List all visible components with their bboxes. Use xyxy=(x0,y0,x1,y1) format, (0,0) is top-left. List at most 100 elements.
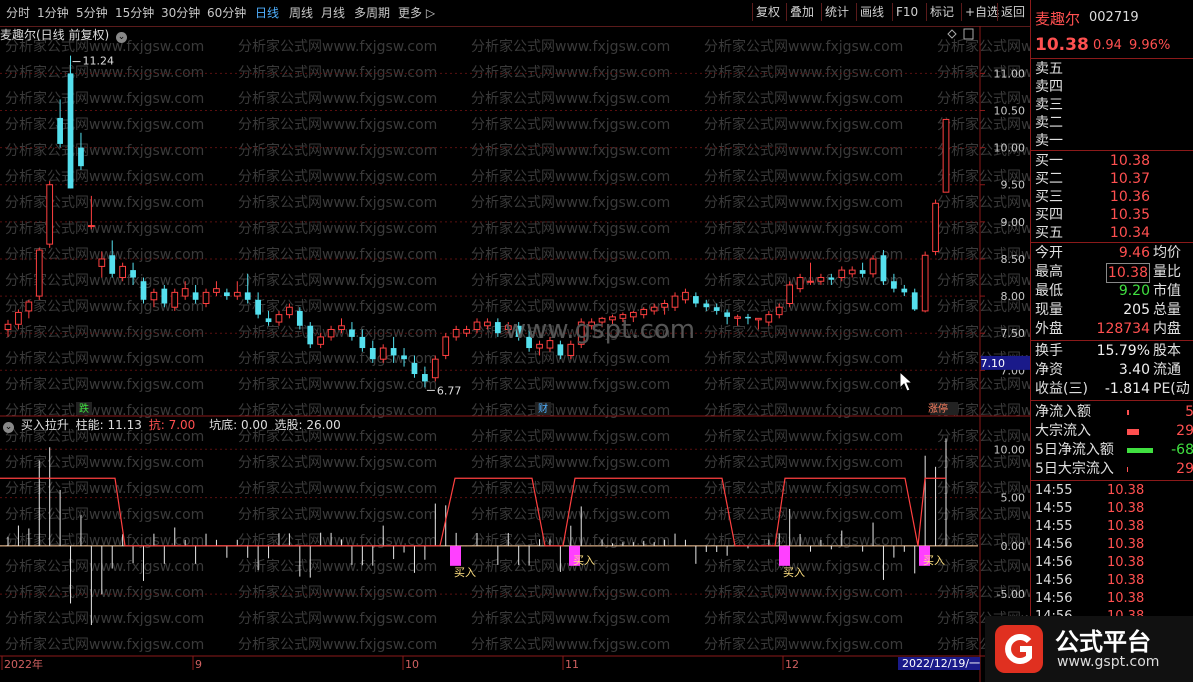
time-axis-label: 11 xyxy=(565,658,579,671)
time-axis-label: 9 xyxy=(195,658,202,671)
flow-row: 5日净流入额 -68 xyxy=(1035,441,1193,459)
ask-row-label: 卖三 xyxy=(1035,97,1063,113)
candle-body-up xyxy=(35,249,43,297)
stat-row: 现量 205 总量 xyxy=(1035,301,1193,319)
candle-body-up xyxy=(25,301,33,312)
price-tick-label: 9.50 xyxy=(1001,179,1026,192)
gspt-logo-icon xyxy=(995,625,1043,673)
candle-body-down xyxy=(422,374,428,382)
bid-row-label: 买四 xyxy=(1035,207,1063,223)
candle-body-down xyxy=(57,117,63,144)
price-tick-label: 10.50 xyxy=(994,105,1026,118)
candle-body-up xyxy=(775,306,783,316)
logo-url: www.gspt.com xyxy=(1057,654,1160,670)
tick-time: 14:55 xyxy=(1035,501,1073,516)
current-date-label: 2022/12/19/一 xyxy=(902,657,980,670)
candle-body-up xyxy=(567,343,575,356)
buy-marker-1-label: 买入 xyxy=(454,566,476,579)
ask-row: 卖三 xyxy=(1035,96,1193,114)
stat-row: 最低 9.20 市值 xyxy=(1035,282,1193,300)
candle-body-down xyxy=(911,292,918,310)
tick-time: 14:56 xyxy=(1035,537,1073,552)
tick-time: 14:55 xyxy=(1035,483,1073,498)
ask-row-label: 卖二 xyxy=(1035,115,1063,131)
indicator-kang: 抗: 7.00 xyxy=(148,418,196,432)
site-watermark: www.gspt.com xyxy=(505,315,695,345)
flow-row-value: 29 xyxy=(1176,461,1193,477)
price-tick-label: 11.00 xyxy=(994,67,1026,80)
candle-body-up xyxy=(275,314,283,323)
flow-row-bar xyxy=(1127,467,1128,472)
stat-row-value: 9.20 xyxy=(1118,283,1150,299)
flow-row-value: -68 xyxy=(1171,442,1193,458)
stat-row-value: 205 xyxy=(1123,302,1150,318)
candle-body-up xyxy=(181,288,189,297)
candle-body-up xyxy=(838,269,846,279)
gspt-logo: 公式平台 www.gspt.com xyxy=(985,616,1193,682)
bid-row-value: 10.38 xyxy=(1109,153,1150,169)
event-label-cai: 财 xyxy=(538,402,548,415)
stat-row-label: 最低 xyxy=(1035,283,1063,299)
fund-row: 收益(三) -1.814 PE(动 xyxy=(1035,380,1193,398)
stat-row: 外盘 128734 内盘 xyxy=(1035,320,1193,338)
candle-body-down xyxy=(713,307,720,311)
stat-row-label: 今开 xyxy=(1035,245,1063,261)
bid-row-value: 10.35 xyxy=(1109,207,1150,223)
price-tick-label: 8.50 xyxy=(1001,253,1026,266)
candle-body-up xyxy=(682,291,689,301)
tick-time: 14:55 xyxy=(1035,519,1073,534)
candle-body-up xyxy=(46,184,54,245)
chevron-down-icon[interactable]: ⌄ xyxy=(116,32,128,43)
candle-body-down xyxy=(307,325,314,345)
time-axis-label: 12 xyxy=(785,658,799,671)
bid-row: 买一 10.38 xyxy=(1035,152,1193,170)
candle-body-down xyxy=(296,310,303,326)
candle-body-down xyxy=(494,322,501,334)
candle-body-up xyxy=(452,328,460,338)
candle-body-up xyxy=(202,291,210,305)
candle-body-up xyxy=(942,118,950,193)
bid-row: 买二 10.37 xyxy=(1035,170,1193,188)
candle-body-up xyxy=(15,311,22,325)
candle-body-up xyxy=(869,258,877,275)
flow-row-bar xyxy=(1127,429,1139,435)
chart-canvas[interactable]: 11.0010.5010.009.509.008.508.007.507.007… xyxy=(0,0,1030,682)
bid-row-label: 买二 xyxy=(1035,171,1063,187)
bid-row: 买五 10.34 xyxy=(1035,224,1193,242)
indicator-name[interactable]: 买入拉升 xyxy=(21,418,69,432)
candle-body-up xyxy=(473,321,481,330)
tick-row: 14:55 10.38 xyxy=(1035,518,1193,536)
indicator-zhuneng: 柱能: 11.13 xyxy=(75,418,142,432)
candle-body-up xyxy=(317,336,325,345)
candle-body-down xyxy=(557,344,564,356)
candle-body-down xyxy=(224,292,230,297)
tick-price: 10.38 xyxy=(1107,519,1145,534)
candle-body-up xyxy=(327,328,335,338)
flow-row-label: 5日大宗流入 xyxy=(1035,461,1114,477)
flow-row-label: 5日净流入额 xyxy=(1035,442,1114,458)
stock-code: 002719 xyxy=(1089,10,1139,25)
chevron-down-icon[interactable]: ⌄ xyxy=(3,422,14,433)
stat-row-label2: 量比 xyxy=(1153,264,1181,280)
fund-row-value: 3.40 xyxy=(1118,362,1150,378)
candle-body-down xyxy=(891,281,897,289)
ind-tick-label: 0.00 xyxy=(1001,540,1026,553)
ask-row-label: 卖五 xyxy=(1035,61,1063,77)
flow-row: 5日大宗流入 29 xyxy=(1035,460,1193,478)
candle-body-up xyxy=(848,269,856,275)
candle-body-down xyxy=(390,348,397,356)
tick-price: 10.38 xyxy=(1107,483,1145,498)
stat-row-label2: 内盘 xyxy=(1153,321,1181,337)
tick-row: 14:56 10.38 xyxy=(1035,590,1193,608)
candle-body-up xyxy=(88,225,95,228)
candle-body-down xyxy=(693,296,699,304)
candle-body-up xyxy=(817,277,825,282)
candle-body-down xyxy=(192,292,199,300)
candle-body-down xyxy=(745,316,751,319)
price-tick-label: 9.00 xyxy=(1001,216,1026,229)
candle-body-up xyxy=(786,284,794,305)
flow-row-label: 大宗流入 xyxy=(1035,423,1091,439)
price-change-pct: 9.96% xyxy=(1129,38,1171,53)
fund-row: 换手 15.79% 股本 xyxy=(1035,342,1193,360)
tick-row: 14:56 10.38 xyxy=(1035,536,1193,554)
